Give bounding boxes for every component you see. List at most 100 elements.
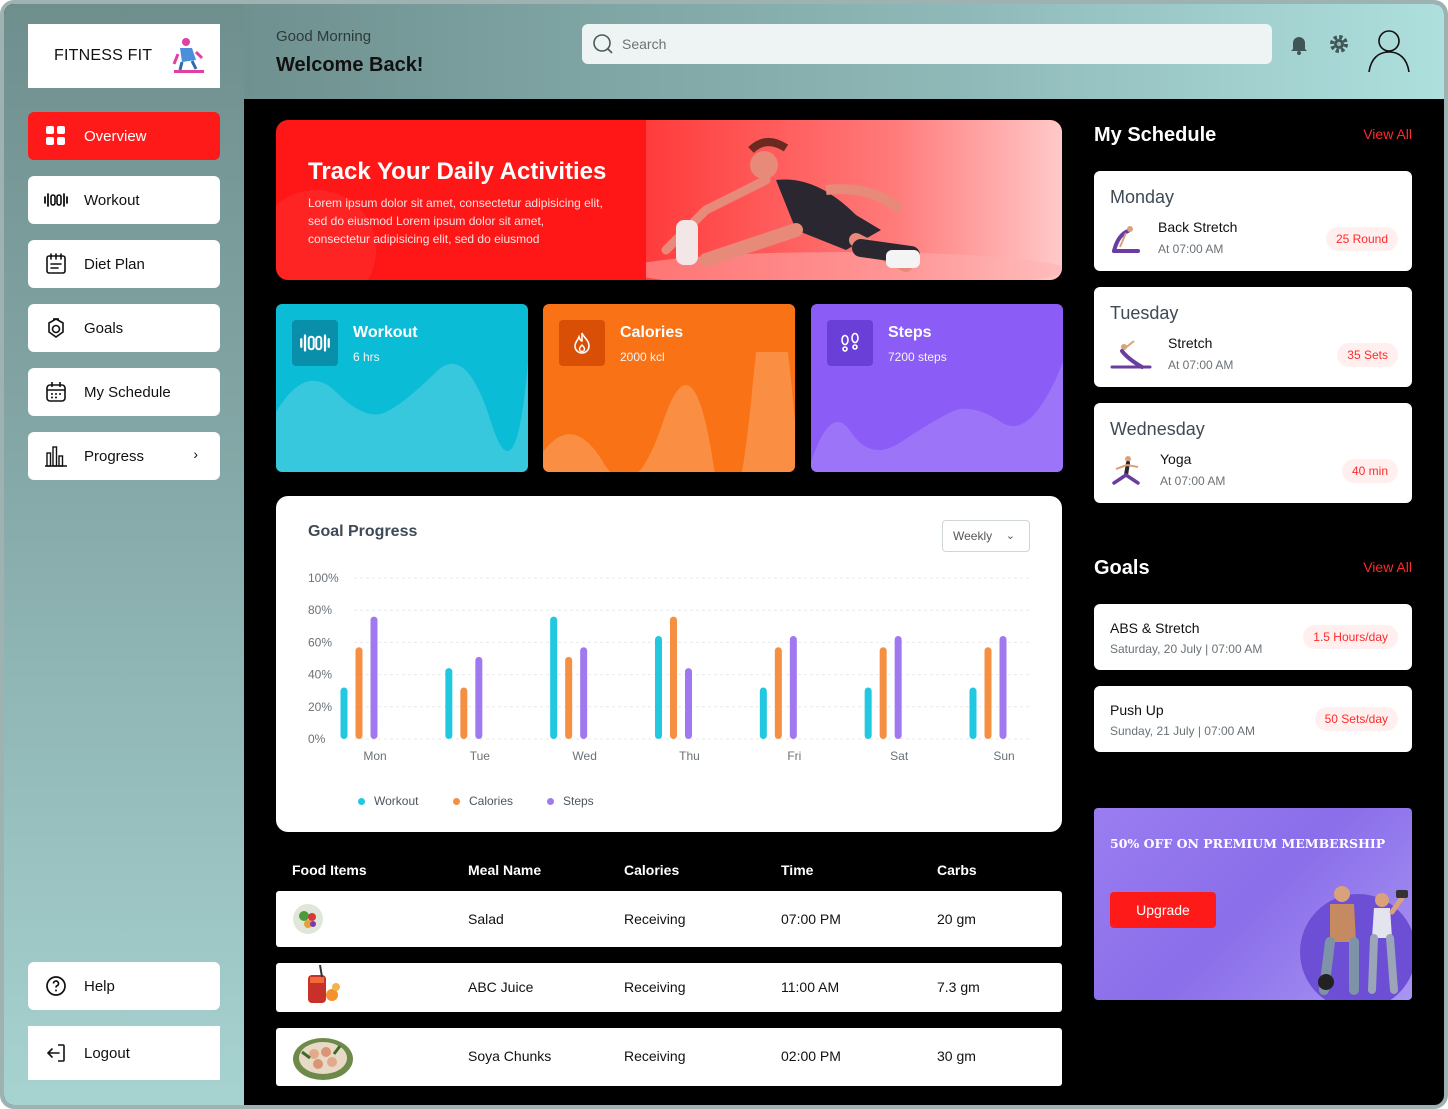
sidebar-item-workout[interactable]: Workout	[28, 176, 220, 224]
stat-title: Calories	[620, 324, 684, 341]
table-row[interactable]: Soya Chunks Receiving 02:00 PM 30 gm	[276, 1028, 1062, 1086]
sidebar-item-overview[interactable]: Overview	[28, 112, 220, 160]
sidebar-item-diet-plan[interactable]: Diet Plan	[28, 240, 220, 288]
goal-card[interactable]: Push Up Sunday, 21 July | 07:00 AM 50 Se…	[1094, 686, 1412, 752]
column-header: Food Items	[292, 862, 367, 878]
bell-icon[interactable]	[1287, 32, 1311, 56]
schedule-card-tuesday[interactable]: Tuesday Stretch At 07:00 AM 35 Sets	[1094, 287, 1412, 387]
table-header: Food Items Meal Name Calories Time Carbs	[276, 856, 1062, 884]
carbs-cell: 30 gm	[937, 1048, 976, 1064]
calories-cell: Receiving	[624, 911, 686, 927]
meal-name: Salad	[468, 911, 504, 927]
athletes-illustration	[1300, 886, 1412, 1000]
bar-workout	[550, 616, 558, 739]
goals-icon	[44, 316, 68, 340]
goal-card[interactable]: ABS & Stretch Saturday, 20 July | 07:00 …	[1094, 604, 1412, 670]
help-button[interactable]: Help	[28, 962, 220, 1010]
y-tick-label: 100%	[308, 571, 339, 585]
welcome-title: Welcome Back!	[276, 54, 424, 76]
schedule-badge: 40 min	[1341, 459, 1398, 483]
goals-view-all-link[interactable]: View All	[1363, 559, 1412, 575]
x-tick-label: Fri	[787, 749, 801, 763]
period-select[interactable]: Weekly ⌄	[942, 520, 1030, 552]
workout-wave	[276, 362, 528, 472]
bar-calories	[879, 647, 887, 739]
table-row[interactable]: Salad Receiving 07:00 PM 20 gm	[276, 891, 1062, 947]
bar-calories	[670, 616, 677, 739]
y-tick-label: 80%	[308, 603, 332, 617]
bar-calories	[774, 647, 782, 739]
sidebar-item-goals[interactable]: Goals	[28, 304, 220, 352]
yoga-figure-icon	[1112, 456, 1140, 485]
stat-value: 2000 kcl	[620, 350, 665, 364]
goal-name: ABS & Stretch	[1110, 620, 1200, 636]
bar-steps	[685, 668, 692, 739]
schedule-time: At 07:00 AM	[1160, 474, 1226, 488]
sidebar-item-label: Overview	[84, 127, 147, 145]
logout-button[interactable]: Logout	[28, 1026, 220, 1080]
sidebar-item-my-schedule[interactable]: My Schedule	[28, 368, 220, 416]
x-tick-label: Sun	[993, 749, 1014, 763]
sidebar-item-label: Goals	[84, 319, 124, 337]
schedule-activity: Yoga	[1160, 451, 1192, 467]
bar-steps	[475, 656, 483, 739]
logout-label: Logout	[84, 1044, 130, 1062]
legend-dot	[358, 797, 365, 805]
bar-calories	[460, 687, 468, 739]
top-header: Good Morning Welcome Back! Search	[244, 4, 1444, 99]
goal-date: Saturday, 20 July | 07:00 AM	[1110, 642, 1263, 656]
search-icon	[593, 34, 613, 54]
schedule-card-monday[interactable]: Monday Back Stretch At 07:00 AM 25 Round	[1094, 171, 1412, 271]
bar-calories	[355, 647, 363, 739]
juice-image	[308, 965, 340, 1003]
upgrade-button[interactable]: Upgrade	[1110, 892, 1216, 928]
bar-steps	[789, 635, 797, 739]
bar-chart-icon	[44, 444, 68, 468]
schedule-time: At 07:00 AM	[1168, 358, 1234, 372]
chevron-down-icon: ⌄	[1005, 530, 1015, 542]
stat-title: Steps	[888, 324, 932, 341]
hero-title: Track Your Daily Activities	[308, 158, 607, 185]
sidebar-item-label: Workout	[84, 191, 140, 209]
stat-value: 6 hrs	[353, 350, 380, 364]
schedule-day: Wednesday	[1110, 419, 1205, 439]
search-input[interactable]: Search	[582, 24, 1272, 64]
sidebar-item-progress[interactable]: Progress ›	[28, 432, 220, 480]
dumbbell-icon	[44, 188, 68, 212]
schedule-badge: 35 Sets	[1337, 343, 1398, 367]
table-row[interactable]: ABC Juice Receiving 11:00 AM 7.3 gm	[276, 963, 1062, 1012]
logo-mark-icon	[172, 38, 204, 73]
logout-icon	[44, 1041, 68, 1065]
goal-progress-title: Goal Progress	[308, 523, 418, 540]
gear-icon[interactable]	[1327, 32, 1351, 56]
legend-label: Workout	[374, 794, 419, 808]
column-header: Meal Name	[468, 862, 542, 878]
legend-steps: Steps	[547, 794, 594, 808]
sidebar: FITNESS FIT Overview Workout Diet Plan G…	[4, 4, 244, 1105]
bar-workout	[340, 687, 348, 739]
flame-icon	[559, 320, 605, 366]
bar-workout	[864, 687, 872, 739]
schedule-day: Monday	[1110, 187, 1175, 207]
schedule-card-wednesday[interactable]: Wednesday Yoga At 07:00 AM 40 min	[1094, 403, 1412, 503]
stretching-woman-illustration	[626, 138, 1062, 280]
x-tick-label: Thu	[679, 749, 700, 763]
promo-text: 50% OFF ON PREMIUM MEMBERSHIP	[1110, 836, 1386, 851]
sidebar-item-label: My Schedule	[84, 383, 171, 401]
stat-card-steps[interactable]: Steps 7200 steps	[811, 304, 1063, 472]
y-tick-label: 0%	[308, 732, 326, 746]
schedule-view-all-link[interactable]: View All	[1363, 126, 1412, 142]
bar-calories	[565, 656, 573, 739]
legend-workout: Workout	[358, 794, 418, 808]
calendar-icon	[44, 380, 68, 404]
search-placeholder: Search	[622, 36, 667, 52]
calories-wave	[543, 352, 795, 472]
stat-card-workout[interactable]: Workout 6 hrs	[276, 304, 528, 472]
hero-description: Lorem ipsum dolor sit amet, consectetur …	[308, 196, 603, 246]
schedule-day: Tuesday	[1110, 303, 1179, 323]
x-tick-label: Wed	[572, 749, 596, 763]
stat-card-calories[interactable]: Calories 2000 kcl	[543, 304, 795, 472]
goal-name: Push Up	[1110, 702, 1164, 718]
app-window: FITNESS FIT Overview Workout Diet Plan G…	[0, 0, 1448, 1109]
avatar[interactable]	[1364, 24, 1414, 74]
